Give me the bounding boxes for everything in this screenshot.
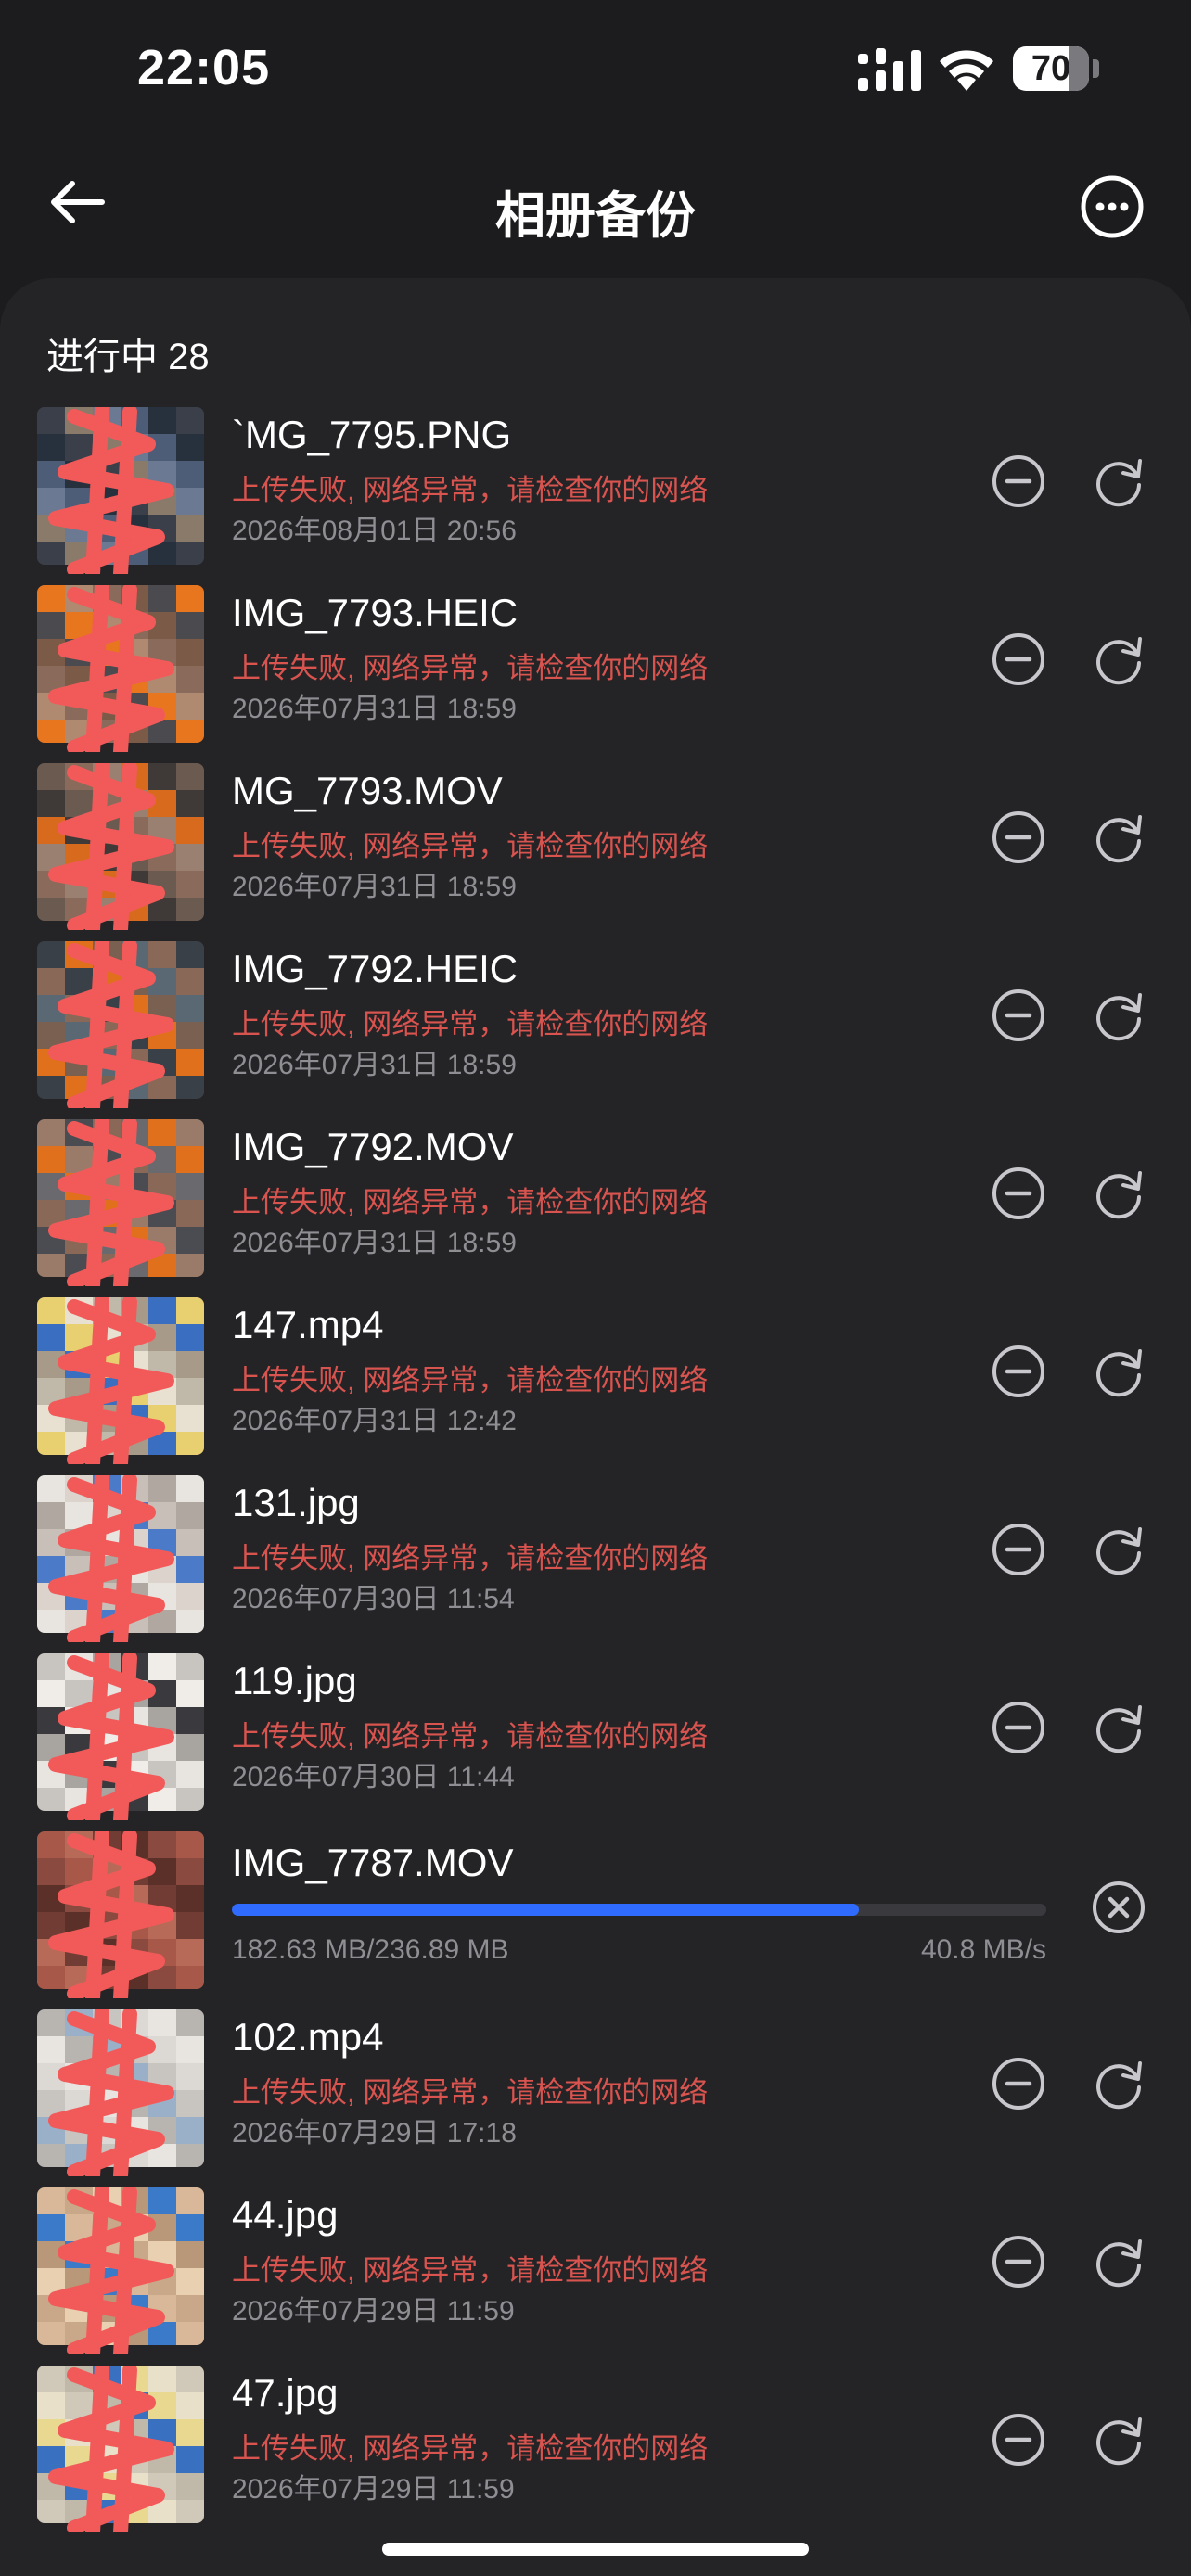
section-header-in-progress: 进行中 28 (46, 337, 210, 377)
error-message: 上传失败, 网络异常，请检查你的网络 (232, 2076, 709, 2109)
error-message: 上传失败, 网络异常，请检查你的网络 (232, 1186, 709, 1218)
upload-item[interactable]: 102.mp4 上传失败, 网络异常，请检查你的网络 2026年07月29日 17:… (0, 1996, 1191, 2176)
remove-item-icon[interactable] (991, 2056, 1046, 2111)
redaction-scribble (48, 1119, 174, 1286)
error-message: 上传失败, 网络异常，请检查你的网络 (232, 2432, 709, 2465)
file-date: 2026年07月30日 11:54 (232, 1584, 515, 1614)
more-options-icon[interactable] (1080, 174, 1145, 239)
error-message: 上传失败, 网络异常，请检查你的网络 (232, 1008, 709, 1040)
upload-item[interactable]: IMG_7792.HEIC 上传失败, 网络异常，请检查你的网络 2026年07月3… (0, 928, 1191, 1108)
upload-item[interactable]: 119.jpg 上传失败, 网络异常，请检查你的网络 2026年07月30日 11:… (0, 1640, 1191, 1820)
retry-upload-icon[interactable] (1091, 2412, 1146, 2468)
file-date: 2026年07月31日 18:59 (232, 1050, 517, 1080)
remove-item-icon[interactable] (991, 453, 1046, 509)
redaction-scribble (48, 585, 174, 752)
upload-progress-bar (232, 1904, 1046, 1916)
wifi-icon (940, 50, 993, 91)
file-name: 44.jpg (232, 2193, 339, 2237)
cellular-signal-icon (858, 48, 921, 91)
upload-item[interactable]: IMG_7792.MOV 上传失败, 网络异常，请检查你的网络 2026年07月31… (0, 1106, 1191, 1286)
redaction-scribble (48, 2366, 174, 2532)
retry-upload-icon[interactable] (1091, 1700, 1146, 1755)
retry-upload-icon[interactable] (1091, 1166, 1146, 1221)
file-name: 102.mp4 (232, 2015, 384, 2059)
retry-upload-icon[interactable] (1091, 2056, 1146, 2111)
file-date: 2026年07月31日 18:59 (232, 872, 517, 902)
error-message: 上传失败, 网络异常，请检查你的网络 (232, 474, 709, 506)
file-date: 2026年08月01日 20:56 (232, 516, 517, 546)
file-date: 2026年07月31日 18:59 (232, 1228, 517, 1258)
file-name: 119.jpg (232, 1659, 357, 1702)
upload-item[interactable]: `MG_7795.PNG 上传失败, 网络异常，请检查你的网络 2026年08月01… (0, 394, 1191, 574)
transfer-speed: 40.8 MB/s (920, 1934, 1046, 1965)
redaction-scribble (48, 941, 174, 1108)
remove-item-icon[interactable] (991, 988, 1046, 1043)
file-name: `MG_7795.PNG (232, 413, 512, 456)
retry-upload-icon[interactable] (1091, 1522, 1146, 1577)
file-date: 2026年07月30日 11:44 (232, 1762, 515, 1792)
retry-upload-icon[interactable] (1091, 810, 1146, 865)
remove-item-icon[interactable] (991, 631, 1046, 687)
navigation-bar: 相册备份 (0, 148, 1191, 260)
retry-upload-icon[interactable] (1091, 1344, 1146, 1399)
upload-item[interactable]: 44.jpg 上传失败, 网络异常，请检查你的网络 2026年07月29日 11:5… (0, 2174, 1191, 2354)
upload-item[interactable]: 131.jpg 上传失败, 网络异常，请检查你的网络 2026年07月30日 11:… (0, 1462, 1191, 1642)
error-message: 上传失败, 网络异常，请检查你的网络 (232, 2254, 709, 2287)
file-name: 47.jpg (232, 2371, 339, 2415)
status-bar: 22:05 70 (0, 0, 1191, 139)
upload-item[interactable]: 147.mp4 上传失败, 网络异常，请检查你的网络 2026年07月31日 12:… (0, 1284, 1191, 1464)
remove-item-icon[interactable] (991, 810, 1046, 865)
file-date: 2026年07月31日 18:59 (232, 694, 517, 724)
file-name: IMG_7787.MOV (232, 1841, 514, 1884)
remove-item-icon[interactable] (991, 2412, 1046, 2468)
battery-level: 70 (1031, 49, 1071, 88)
error-message: 上传失败, 网络异常，请检查你的网络 (232, 1364, 709, 1396)
retry-upload-icon[interactable] (1091, 988, 1146, 1043)
remove-item-icon[interactable] (991, 2234, 1046, 2289)
redaction-scribble (48, 407, 174, 574)
redaction-scribble (48, 1475, 174, 1642)
page-title: 相册备份 (495, 188, 696, 244)
upload-item[interactable]: 47.jpg 上传失败, 网络异常，请检查你的网络 2026年07月29日 11:5… (0, 2353, 1191, 2532)
redaction-scribble (48, 1831, 174, 1998)
remove-item-icon[interactable] (991, 1344, 1046, 1399)
cancel-upload-icon[interactable] (1091, 1880, 1146, 1935)
redaction-scribble (48, 2009, 174, 2176)
file-name: IMG_7792.MOV (232, 1125, 514, 1168)
remove-item-icon[interactable] (991, 1522, 1046, 1577)
upload-item[interactable]: MG_7793.MOV 上传失败, 网络异常，请检查你的网络 2026年07月31日… (0, 750, 1191, 930)
remove-item-icon[interactable] (991, 1166, 1046, 1221)
remove-item-icon[interactable] (991, 1700, 1046, 1755)
file-name: 147.mp4 (232, 1303, 384, 1346)
upload-list-panel: 进行中 28 `MG_7795.PNG 上传失败, 网络异常，请检查你的网络 202… (0, 278, 1191, 2576)
file-name: MG_7793.MOV (232, 769, 503, 812)
transfer-size: 182.63 MB/236.89 MB (232, 1934, 509, 1965)
file-name: 131.jpg (232, 1481, 360, 1524)
retry-upload-icon[interactable] (1091, 2234, 1146, 2289)
file-date: 2026年07月29日 11:59 (232, 2474, 515, 2505)
home-indicator[interactable] (382, 2543, 809, 2556)
file-date: 2026年07月31日 12:42 (232, 1406, 517, 1436)
redaction-scribble (48, 1653, 174, 1820)
redaction-scribble (48, 2187, 174, 2354)
error-message: 上传失败, 网络异常，请检查你的网络 (232, 652, 709, 684)
redaction-scribble (48, 763, 174, 930)
file-date: 2026年07月29日 11:59 (232, 2296, 515, 2327)
file-name: IMG_7793.HEIC (232, 591, 519, 634)
redaction-scribble (48, 1297, 174, 1464)
status-time: 22:05 (137, 40, 271, 96)
upload-item[interactable]: IMG_7793.HEIC 上传失败, 网络异常，请检查你的网络 2026年07月3… (0, 572, 1191, 752)
file-name: IMG_7792.HEIC (232, 947, 519, 990)
retry-upload-icon[interactable] (1091, 631, 1146, 687)
retry-upload-icon[interactable] (1091, 453, 1146, 509)
file-date: 2026年07月29日 17:18 (232, 2118, 517, 2149)
error-message: 上传失败, 网络异常，请检查你的网络 (232, 1542, 709, 1575)
battery-icon: 70 (1013, 46, 1089, 91)
upload-item[interactable]: IMG_7787.MOV 182.63 MB/236.89 MB 40.8 MB/s (0, 1818, 1191, 1998)
error-message: 上传失败, 网络异常，请检查你的网络 (232, 1720, 709, 1753)
error-message: 上传失败, 网络异常，请检查你的网络 (232, 830, 709, 862)
